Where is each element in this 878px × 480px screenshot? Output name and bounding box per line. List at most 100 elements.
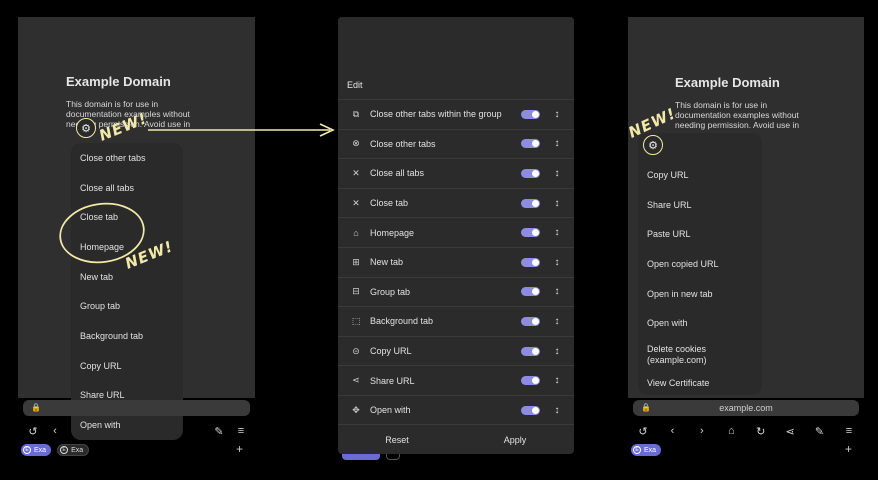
toggle-switch[interactable] <box>521 168 540 178</box>
edit-row-copy-url[interactable]: ⊝ Copy URL ↕ <box>338 335 574 366</box>
edit-row-open-with[interactable]: ✥ Open with ↕ <box>338 395 574 425</box>
new-tab-icon: ⊞ <box>352 256 360 267</box>
edit-row-label: Close other tabs <box>370 138 436 149</box>
menu-icon[interactable]: ≡ <box>838 425 860 437</box>
toggle-switch[interactable] <box>521 139 540 149</box>
menu-item-copy-url[interactable]: Copy URL <box>71 351 183 381</box>
back-icon[interactable]: ‹ <box>44 425 66 437</box>
edit-row-label: New tab <box>370 257 404 268</box>
menu-item-label: Copy URL <box>80 360 122 371</box>
left-tab-strip: E Exa E Exa <box>21 443 90 457</box>
drag-handle-icon[interactable]: ↕ <box>552 257 562 268</box>
home-icon[interactable]: ⌂ <box>720 425 742 437</box>
toggle-switch[interactable] <box>521 376 540 386</box>
left-phone: Example Domain This domain is for use in… <box>18 17 255 460</box>
menu-item-copy-url[interactable]: Copy URL <box>638 160 762 190</box>
link-icon: ⊝ <box>352 345 360 356</box>
drag-handle-icon[interactable]: ↕ <box>552 346 562 357</box>
gear-icon[interactable]: ⚙ <box>76 118 96 138</box>
tab-label: Exa <box>34 446 47 454</box>
menu-item-open-in-new-tab[interactable]: Open in new tab <box>638 279 762 309</box>
menu-item-close-all-tabs[interactable]: Close all tabs <box>71 173 183 203</box>
forward-icon[interactable]: › <box>691 425 713 437</box>
menu-item-label: Copy URL <box>647 169 689 180</box>
toggle-switch[interactable] <box>521 316 540 326</box>
left-page-text-1: This domain is for use in <box>66 99 159 109</box>
close-icon: ✕ <box>352 197 360 208</box>
menu-item-label: Close all tabs <box>80 182 135 193</box>
drag-handle-icon[interactable]: ↕ <box>552 138 562 149</box>
toggle-switch[interactable] <box>521 257 540 267</box>
edit-row-close-all-tabs[interactable]: ✕ Close all tabs ↕ <box>338 158 574 188</box>
menu-item-close-tab[interactable]: Close tab <box>71 202 183 232</box>
edit-row-group-tab[interactable]: ⊟ Group tab ↕ <box>338 276 574 307</box>
menu-icon[interactable]: ≡ <box>230 425 252 437</box>
toggle-switch[interactable] <box>521 109 540 119</box>
right-toolbar: ↺ ‹ › ⌂ ↻ ⋖ ✎ ≡ <box>632 420 860 442</box>
url-text: example.com <box>719 403 773 413</box>
close-circle-icon: ⊗ <box>352 138 360 149</box>
edit-row-background-tab[interactable]: ⬚ Background tab ↕ <box>338 306 574 336</box>
toggle-switch[interactable] <box>521 228 540 238</box>
left-url-bar[interactable]: 🔒 <box>23 400 250 416</box>
menu-item-view-certificate[interactable]: View Certificate <box>638 371 762 395</box>
new-tab-plus-icon[interactable]: + <box>845 442 852 456</box>
highlighter-icon[interactable]: ✎ <box>208 425 230 438</box>
gear-icon[interactable]: ⚙ <box>643 135 663 155</box>
reload-icon[interactable]: ↻ <box>750 425 772 438</box>
edit-row-new-tab[interactable]: ⊞ New tab ↕ <box>338 247 574 277</box>
new-tab-plus-icon[interactable]: + <box>236 442 243 456</box>
menu-item-paste-url[interactable]: Paste URL <box>638 219 762 249</box>
menu-item-close-other-tabs[interactable]: Close other tabs <box>71 143 183 173</box>
menu-item-open-copied-url[interactable]: Open copied URL <box>638 249 762 279</box>
menu-item-label: Open with <box>647 318 688 329</box>
drag-handle-icon[interactable]: ↕ <box>552 405 562 416</box>
apply-button[interactable]: Apply <box>456 435 574 445</box>
share-icon[interactable]: ⋖ <box>779 425 801 438</box>
edit-row-label: Close other tabs within the group <box>370 109 502 120</box>
toggle-switch[interactable] <box>521 198 540 208</box>
drag-handle-icon[interactable]: ↕ <box>552 316 562 327</box>
drag-handle-icon[interactable]: ↕ <box>552 227 562 238</box>
menu-item-delete-cookies[interactable]: Delete cookies (example.com) <box>638 338 762 372</box>
close-icon: ✕ <box>352 167 360 178</box>
group-tab-icon: ⊟ <box>352 286 360 297</box>
right-url-bar[interactable]: 🔒 example.com <box>633 400 859 416</box>
drag-handle-icon[interactable]: ↕ <box>552 286 562 297</box>
reset-button[interactable]: Reset <box>338 435 456 445</box>
edit-row-label: Close all tabs <box>370 168 425 179</box>
toggle-switch[interactable] <box>521 346 540 356</box>
drag-handle-icon[interactable]: ↕ <box>552 109 562 120</box>
edit-row-label: Copy URL <box>370 346 412 357</box>
menu-item-share-url[interactable]: Share URL <box>638 190 762 220</box>
menu-item-open-with[interactable]: Open with <box>638 309 762 339</box>
menu-item-group-tab[interactable]: Group tab <box>71 292 183 322</box>
right-tab-strip: E Exa <box>631 443 662 457</box>
edit-row-share-url[interactable]: ⋖ Share URL ↕ <box>338 365 574 395</box>
tab-chip[interactable]: E Exa <box>631 444 662 456</box>
edit-row-close-other-tabs-group[interactable]: ⧉ Close other tabs within the group ↕ <box>338 99 574 129</box>
history-icon[interactable]: ↺ <box>22 425 44 438</box>
edit-row-close-tab[interactable]: ✕ Close tab ↕ <box>338 187 574 218</box>
menu-item-background-tab[interactable]: Background tab <box>71 321 183 351</box>
menu-item-label: Share URL <box>647 199 692 210</box>
drag-handle-icon[interactable]: ↕ <box>552 375 562 386</box>
menu-item-label: View Certificate <box>647 378 710 388</box>
tab-chip[interactable]: E Exa <box>21 444 52 456</box>
edit-row-label: Open with <box>370 405 411 416</box>
tab-chip[interactable]: E Exa <box>57 444 90 456</box>
edit-row-label: Share URL <box>370 375 415 386</box>
history-icon[interactable]: ↺ <box>632 425 654 438</box>
edit-row-close-other-tabs[interactable]: ⊗ Close other tabs ↕ <box>338 128 574 159</box>
drag-handle-icon[interactable]: ↕ <box>552 198 562 209</box>
home-icon: ⌂ <box>353 227 359 238</box>
toggle-switch[interactable] <box>521 405 540 415</box>
drag-handle-icon[interactable]: ↕ <box>552 168 562 179</box>
edit-row-homepage[interactable]: ⌂ Homepage ↕ <box>338 217 574 247</box>
favicon-icon: E <box>633 446 641 454</box>
highlighter-icon[interactable]: ✎ <box>809 425 831 438</box>
toggle-switch[interactable] <box>521 287 540 297</box>
back-icon[interactable]: ‹ <box>661 425 683 437</box>
menu-item-label: Share URL <box>80 390 125 401</box>
right-page-text-2: documentation examples without <box>675 110 799 120</box>
